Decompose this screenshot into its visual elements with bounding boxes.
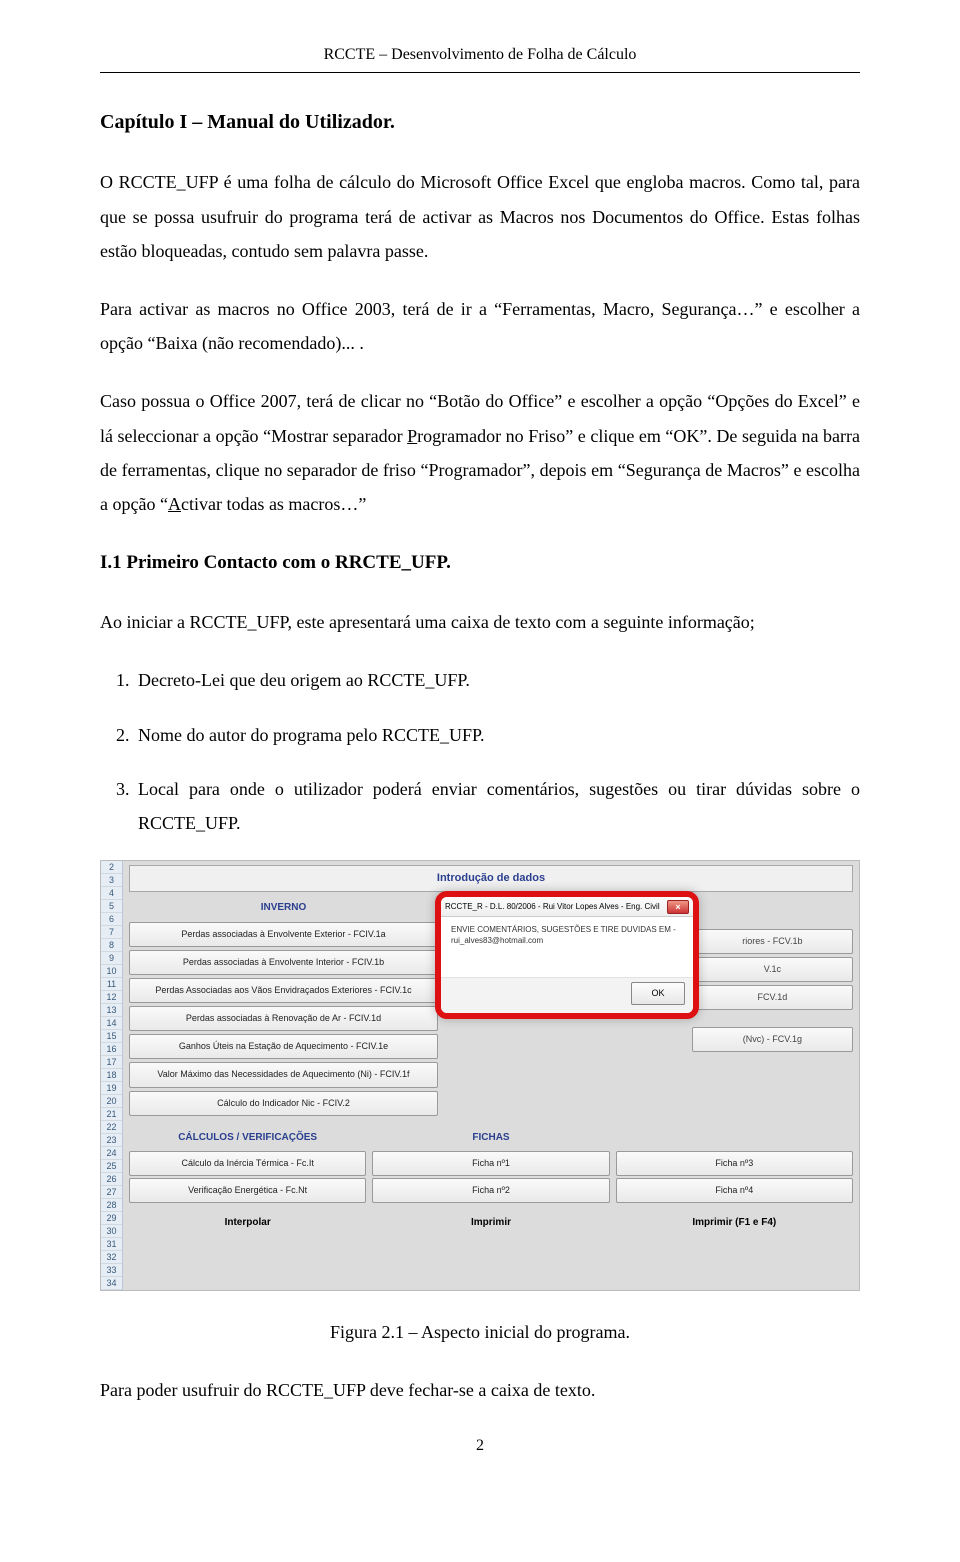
excel-button[interactable]: Ficha nº3 xyxy=(616,1151,853,1176)
excel-button[interactable]: Perdas Associadas aos Vãos Envidraçados … xyxy=(129,978,438,1003)
row-number: 15 xyxy=(101,1030,122,1043)
row-number: 27 xyxy=(101,1186,122,1199)
excel-button[interactable]: (Nvc) - FCV.1g xyxy=(692,1027,853,1052)
row-number: 29 xyxy=(101,1212,122,1225)
figure-screenshot: 2345678910111213141516171819202122232425… xyxy=(100,860,860,1291)
dialog-highlight: RCCTE_R - D.L. 80/2006 - Rui Vitor Lopes… xyxy=(435,891,699,1019)
row-number: 5 xyxy=(101,900,122,913)
excel-button[interactable]: Perdas associadas à Renovação de Ar - FC… xyxy=(129,1006,438,1031)
list-item: 3.Local para onde o utilizador poderá en… xyxy=(100,772,860,840)
section-head-fichas: FICHAS xyxy=(372,1126,609,1149)
paragraph-4: Ao iniciar a RCCTE_UFP, este apresentará… xyxy=(100,605,860,639)
row-number: 12 xyxy=(101,991,122,1004)
li2-text: Nome do autor do programa pelo RCCTE_UFP… xyxy=(138,725,484,745)
print-label[interactable]: Interpolar xyxy=(129,1211,366,1234)
row-number: 2 xyxy=(101,861,122,874)
row-number: 20 xyxy=(101,1095,122,1108)
paragraph-1: O RCCTE_UFP é uma folha de cálculo do Mi… xyxy=(100,165,860,268)
dialog-title-text: RCCTE_R - D.L. 80/2006 - Rui Vitor Lopes… xyxy=(445,899,663,914)
row-number: 17 xyxy=(101,1056,122,1069)
figure-caption: Figura 2.1 – Aspecto inicial do programa… xyxy=(100,1315,860,1349)
excel-button[interactable]: Ganhos Úteis na Estação de Aquecimento -… xyxy=(129,1034,438,1059)
excel-button[interactable]: Perdas associadas à Envolvente Interior … xyxy=(129,950,438,975)
paragraph-2: Para activar as macros no Office 2003, t… xyxy=(100,292,860,360)
print-label[interactable]: Imprimir (F1 e F4) xyxy=(616,1211,853,1234)
page-number: 2 xyxy=(100,1431,860,1461)
close-icon[interactable]: × xyxy=(667,900,689,914)
row-number: 14 xyxy=(101,1017,122,1030)
row-number: 18 xyxy=(101,1069,122,1082)
li3-text: Local para onde o utilizador poderá envi… xyxy=(138,779,860,833)
excel-button[interactable]: riores - FCV.1b xyxy=(692,929,853,954)
row-number: 30 xyxy=(101,1225,122,1238)
row-number: 32 xyxy=(101,1251,122,1264)
row-number: 9 xyxy=(101,952,122,965)
row-number: 16 xyxy=(101,1043,122,1056)
excel-button[interactable]: Ficha nº2 xyxy=(372,1178,609,1203)
excel-button[interactable]: FCV.1d xyxy=(692,985,853,1010)
row-number: 3 xyxy=(101,874,122,887)
row-number: 10 xyxy=(101,965,122,978)
numbered-list: 1.Decreto-Lei que deu origem ao RCCTE_UF… xyxy=(100,663,860,840)
section-head-calc: CÁLCULOS / VERIFICAÇÕES xyxy=(129,1126,366,1149)
excel-content: Introdução de dados INVERNO Perdas assoc… xyxy=(123,861,859,1290)
section-head-blank xyxy=(616,1126,853,1149)
dialog-line2: rui_alves83@hotmail.com xyxy=(451,936,683,946)
excel-button[interactable]: V.1c xyxy=(692,957,853,982)
row-number: 28 xyxy=(101,1199,122,1212)
row-number: 33 xyxy=(101,1264,122,1277)
excel-button[interactable]: Valor Máximo das Necessidades de Aquecim… xyxy=(129,1062,438,1087)
excel-button[interactable]: Perdas associadas à Envolvente Exterior … xyxy=(129,922,438,947)
excel-button[interactable]: Ficha nº4 xyxy=(616,1178,853,1203)
row-number: 31 xyxy=(101,1238,122,1251)
chapter-title: Capítulo I – Manual do Utilizador. xyxy=(100,103,860,141)
row-number: 24 xyxy=(101,1147,122,1160)
col-head-inverno: INVERNO xyxy=(129,896,438,919)
row-number: 22 xyxy=(101,1121,122,1134)
row-number: 11 xyxy=(101,978,122,991)
excel-button[interactable]: Verificação Energética - Fc.Nt xyxy=(129,1178,366,1203)
paragraph-5: Para poder usufruir do RCCTE_UFP deve fe… xyxy=(100,1373,860,1407)
p3-u2: A xyxy=(168,494,181,514)
excel-button[interactable]: Ficha nº1 xyxy=(372,1151,609,1176)
excel-window: 2345678910111213141516171819202122232425… xyxy=(100,860,860,1291)
ok-button[interactable]: OK xyxy=(631,982,685,1005)
print-label[interactable]: Imprimir xyxy=(372,1211,609,1234)
dialog-titlebar: RCCTE_R - D.L. 80/2006 - Rui Vitor Lopes… xyxy=(441,897,693,917)
li1-text: Decreto-Lei que deu origem ao RCCTE_UFP. xyxy=(138,670,470,690)
intro-title-bar: Introdução de dados xyxy=(129,865,853,892)
col-head-empty xyxy=(692,896,853,919)
p3-c: ctivar todas as macros…” xyxy=(181,494,366,514)
excel-row-numbers: 2345678910111213141516171819202122232425… xyxy=(101,861,123,1290)
row-number: 7 xyxy=(101,926,122,939)
row-number: 19 xyxy=(101,1082,122,1095)
excel-button[interactable]: Cálculo da Inércia Térmica - Fc.It xyxy=(129,1151,366,1176)
dialog-body: ENVIE COMENTÁRIOS, SUGESTÕES E TIRE DUVI… xyxy=(441,917,693,977)
row-number: 26 xyxy=(101,1173,122,1186)
row-number: 13 xyxy=(101,1004,122,1017)
list-item: 1.Decreto-Lei que deu origem ao RCCTE_UF… xyxy=(100,663,860,697)
dialog-footer: OK xyxy=(441,977,693,1013)
excel-button[interactable]: Cálculo do Indicador Nic - FCIV.2 xyxy=(129,1091,438,1116)
row-number: 8 xyxy=(101,939,122,952)
paragraph-3: Caso possua o Office 2007, terá de clica… xyxy=(100,384,860,521)
row-number: 4 xyxy=(101,887,122,900)
row-number: 34 xyxy=(101,1277,122,1290)
row-number: 6 xyxy=(101,913,122,926)
page-header: RCCTE – Desenvolvimento de Folha de Cálc… xyxy=(100,40,860,73)
section-title: I.1 Primeiro Contacto com o RRCTE_UFP. xyxy=(100,545,860,581)
dialog-line1: ENVIE COMENTÁRIOS, SUGESTÕES E TIRE DUVI… xyxy=(451,925,683,935)
p3-u1: P xyxy=(407,426,417,446)
list-item: 2.Nome do autor do programa pelo RCCTE_U… xyxy=(100,718,860,752)
row-number: 25 xyxy=(101,1160,122,1173)
row-number: 23 xyxy=(101,1134,122,1147)
row-number: 21 xyxy=(101,1108,122,1121)
